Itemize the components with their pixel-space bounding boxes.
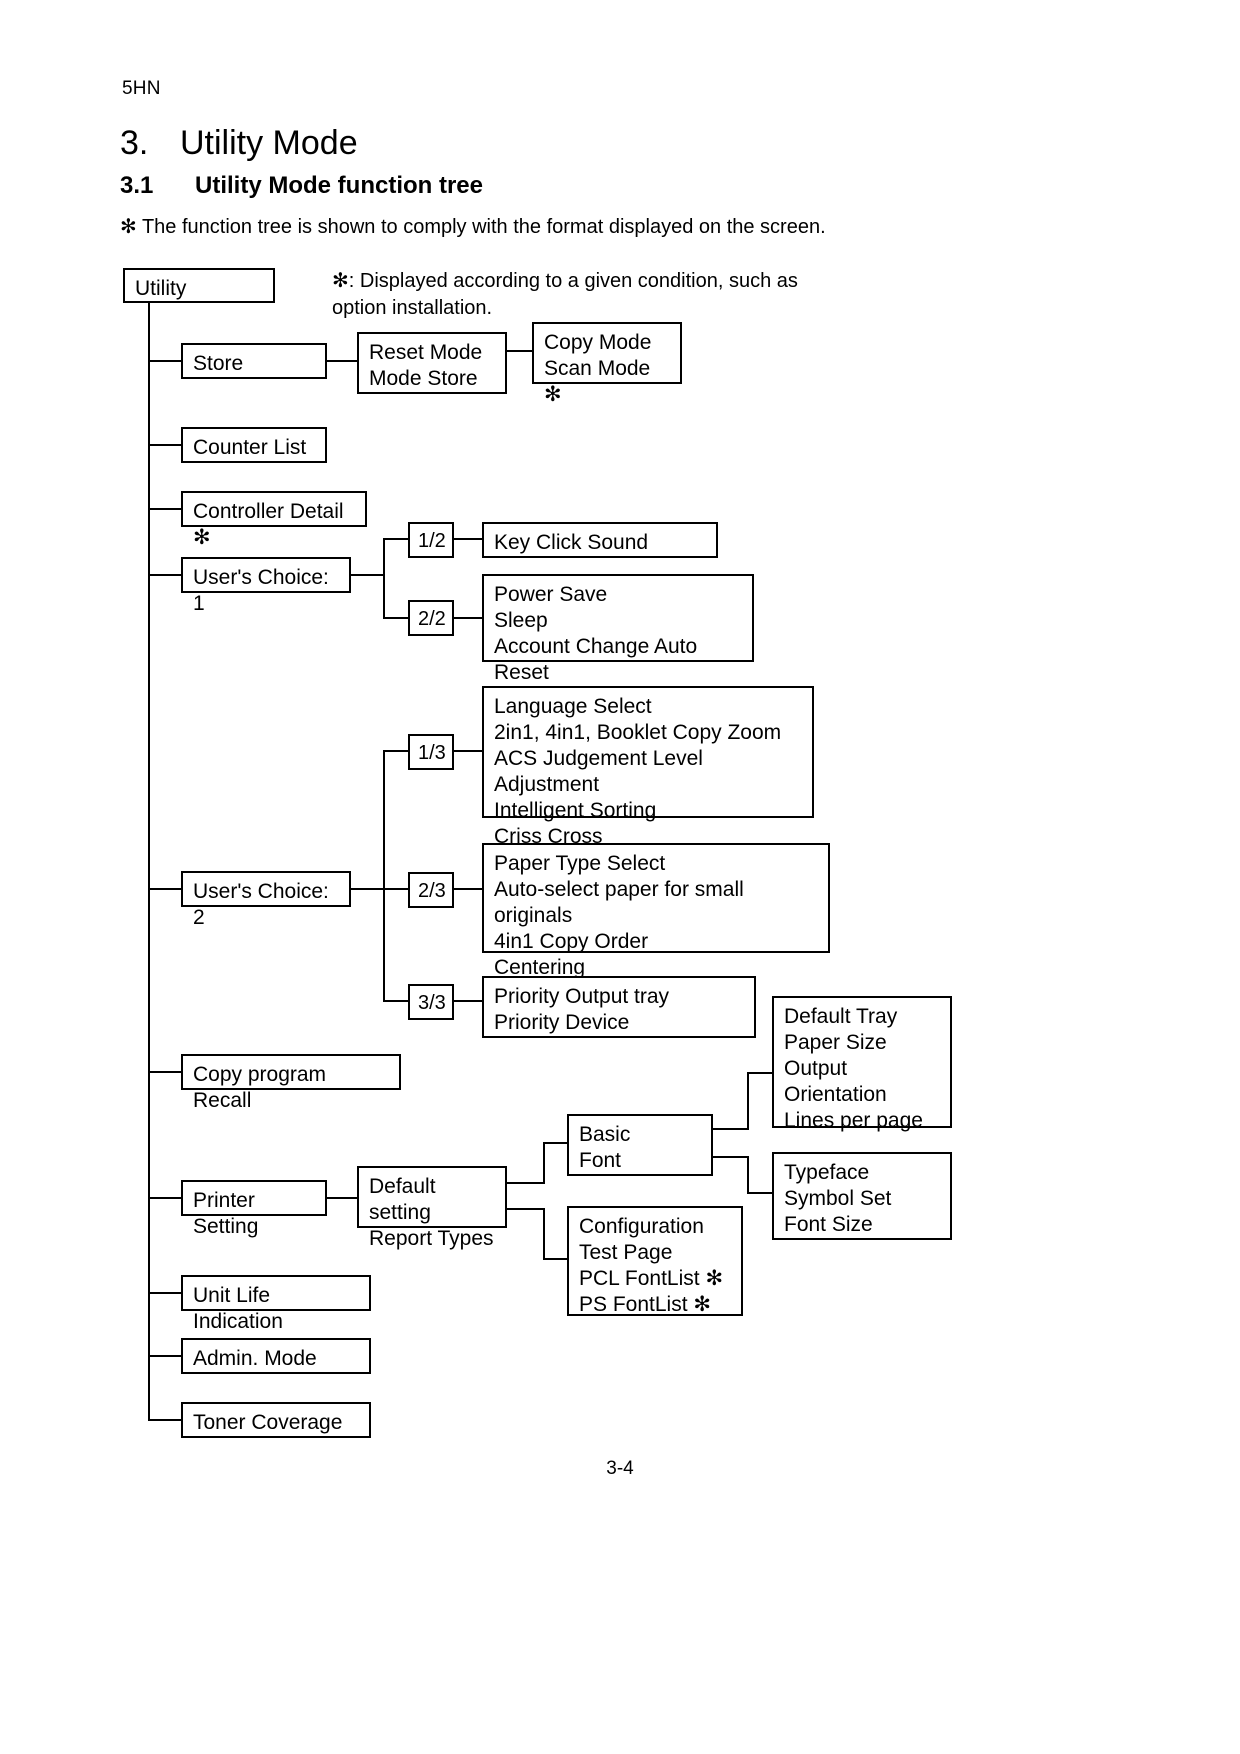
link-default-out: [505, 1182, 545, 1184]
node-font-items[interactable]: Typeface Symbol Set Font Size: [772, 1152, 952, 1240]
node-uc2-page-2-3[interactable]: 2/3: [408, 872, 454, 908]
stub-users-choice-2: [148, 888, 182, 890]
footer-page-number: 3-4: [606, 1458, 634, 1479]
section-heading: 3.1 Utility Mode function tree: [120, 172, 483, 200]
node-basic-items[interactable]: Default Tray Paper Size Output Orientati…: [772, 996, 952, 1132]
link-uc2-p3-box: [453, 1000, 483, 1002]
link-uc2-p2: [383, 888, 408, 890]
node-uc1-page-1-2[interactable]: 1/2: [408, 522, 454, 558]
chapter-title: Utility Mode: [180, 124, 358, 162]
link-uc2-out: [349, 888, 383, 890]
link-uc1-p2: [383, 617, 408, 619]
node-copy-program-recall[interactable]: Copy program Recall: [181, 1054, 401, 1112]
link-uc2-p1: [383, 750, 408, 752]
stub-toner-coverage: [148, 1419, 182, 1421]
node-users-choice-2[interactable]: User's Choice: 2: [181, 871, 351, 929]
node-reset-mode-store[interactable]: Reset Mode Mode Store: [357, 332, 507, 394]
document-code: 5HN: [122, 78, 161, 99]
link-default-riser: [543, 1142, 545, 1184]
link-uc2-p3: [383, 1000, 408, 1002]
stub-store: [148, 360, 182, 362]
node-language-select-group[interactable]: Language Select 2in1, 4in1, Booklet Copy…: [482, 686, 814, 848]
section-title: Utility Mode function tree: [195, 172, 483, 199]
node-uc2-page-1-3[interactable]: 1/3: [408, 734, 454, 770]
link-font-in: [747, 1192, 774, 1194]
link-uc1-p1: [383, 538, 408, 540]
legend-note: ✻: Displayed according to a given condit…: [332, 270, 798, 319]
stub-unit-life-indication: [148, 1292, 182, 1294]
node-admin-mode[interactable]: Admin. Mode: [181, 1338, 371, 1374]
link-uc2-p1-box: [453, 750, 483, 752]
link-basic-in: [747, 1072, 774, 1074]
node-counter-list[interactable]: Counter List: [181, 427, 327, 463]
node-controller-detail[interactable]: Controller Detail ✻: [181, 491, 367, 549]
node-paper-type-group[interactable]: Paper Type Select Auto-select paper for …: [482, 843, 830, 979]
node-utility[interactable]: Utility: [123, 268, 275, 303]
node-unit-life-indication[interactable]: Unit Life Indication: [181, 1275, 371, 1333]
stub-admin-mode: [148, 1355, 182, 1357]
node-toner-coverage[interactable]: Toner Coverage: [181, 1402, 371, 1438]
node-users-choice-1[interactable]: User's Choice: 1: [181, 557, 351, 615]
node-report-items[interactable]: Configuration Test Page PCL FontList ✻ P…: [567, 1206, 743, 1316]
node-store[interactable]: Store: [181, 343, 327, 379]
node-priority-group[interactable]: Priority Output tray Priority Device: [482, 976, 756, 1038]
node-uc2-page-3-3[interactable]: 3/3: [408, 984, 454, 1020]
link-report-riser: [543, 1208, 545, 1260]
link-uc1-p1-box: [453, 538, 483, 540]
link-uc1-spine: [383, 538, 385, 618]
link-basic-riser: [747, 1072, 749, 1130]
chapter-number: 3.: [120, 124, 149, 162]
link-printer-to-default: [327, 1197, 357, 1199]
link-store-to-mode: [325, 360, 358, 362]
link-mode-to-copyscan: [505, 350, 533, 352]
link-font-riser: [747, 1156, 749, 1194]
document-page: 5HN 3. Utility Mode 3.1 Utility Mode funct…: [0, 0, 1240, 1754]
link-report-out: [505, 1208, 545, 1210]
node-default-setting-report-types[interactable]: Default setting Report Types: [357, 1166, 507, 1250]
stub-controller-detail: [148, 508, 182, 510]
page-title: 3. Utility Mode: [120, 124, 358, 163]
link-report-in-config: [543, 1258, 569, 1260]
format-note: ✻ The function tree is shown to comply w…: [120, 216, 826, 238]
stub-counter-list: [148, 444, 182, 446]
node-power-save-group[interactable]: Power Save Sleep Account Change Auto Res…: [482, 574, 754, 684]
link-uc1-out: [349, 574, 383, 576]
link-uc2-spine: [383, 750, 385, 1000]
node-uc1-page-2-2[interactable]: 2/2: [408, 600, 454, 636]
node-key-click-sound[interactable]: Key Click Sound: [482, 522, 718, 558]
stub-printer-setting: [148, 1197, 182, 1199]
stub-copy-program-recall: [148, 1071, 182, 1073]
trunk-line: [148, 301, 150, 1421]
section-number: 3.1: [120, 172, 154, 199]
node-printer-setting[interactable]: Printer Setting: [181, 1180, 327, 1238]
node-copy-scan-mode[interactable]: Copy Mode Scan Mode ✻: [532, 322, 682, 406]
link-uc1-p2-box: [453, 617, 483, 619]
node-basic-font[interactable]: Basic Font: [567, 1114, 713, 1176]
link-uc2-p2-box: [453, 888, 483, 890]
link-default-in-basicfont: [543, 1142, 569, 1144]
stub-users-choice-1: [148, 574, 182, 576]
